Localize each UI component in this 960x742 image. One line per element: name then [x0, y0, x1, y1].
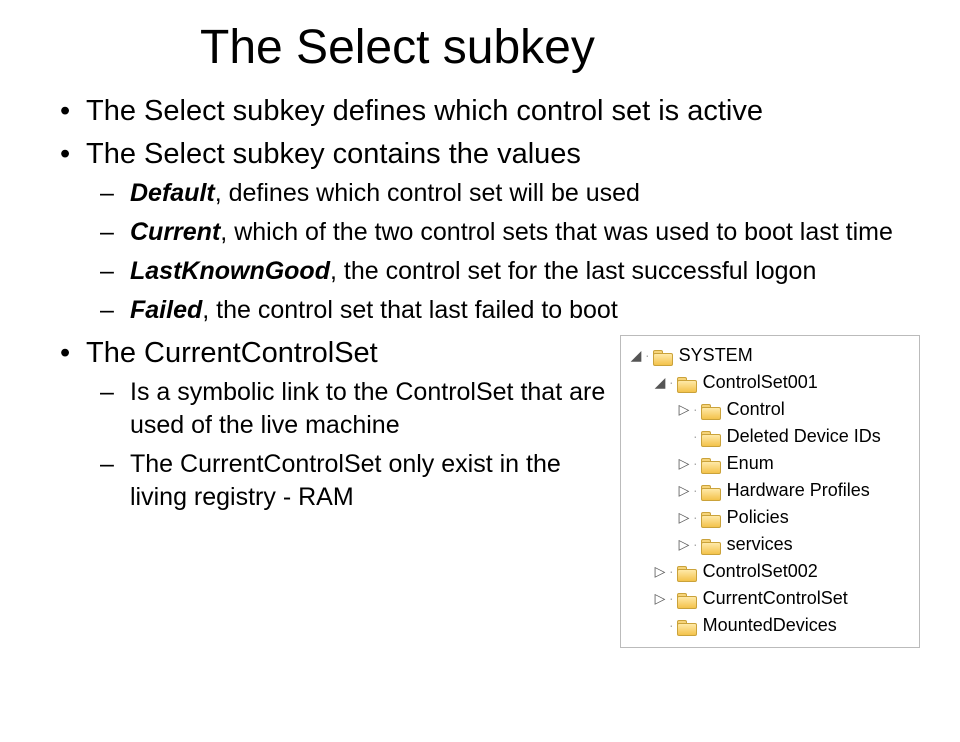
- subitem-lastknowngood: LastKnownGood, the control set for the l…: [86, 255, 920, 288]
- triangle-right-icon[interactable]: ▷: [677, 399, 691, 420]
- bullet-2: The Select subkey contains the values De…: [60, 136, 920, 327]
- folder-icon: [701, 402, 721, 418]
- tree-dots: ·: [669, 561, 675, 582]
- tree-node-control[interactable]: ▷ · Control: [625, 396, 911, 423]
- triangle-right-icon[interactable]: ▷: [653, 561, 667, 582]
- tree-dots: ·: [693, 399, 699, 420]
- tree-label: services: [727, 531, 793, 558]
- tree-label: ControlSet002: [703, 558, 818, 585]
- tree-dots: ·: [669, 615, 675, 636]
- tree-label: Control: [727, 396, 785, 423]
- bullet-3-sublist: Is a symbolic link to the ControlSet tha…: [86, 376, 610, 514]
- bullet-3: The CurrentControlSet Is a symbolic link…: [60, 335, 610, 514]
- term-current: Current: [130, 218, 220, 246]
- triangle-right-icon[interactable]: ▷: [677, 507, 691, 528]
- tree-label: SYSTEM: [679, 342, 753, 369]
- folder-icon: [701, 483, 721, 499]
- rest-current: , which of the two control sets that was…: [220, 218, 893, 246]
- folder-icon: [677, 564, 697, 580]
- triangle-right-icon[interactable]: ▷: [677, 480, 691, 501]
- bullet-list-2: The CurrentControlSet Is a symbolic link…: [60, 335, 610, 514]
- folder-icon: [701, 456, 721, 472]
- tree-label: Deleted Device IDs: [727, 423, 881, 450]
- bullet-3-text: The CurrentControlSet: [86, 337, 378, 369]
- tree-node-hardware-profiles[interactable]: ▷ · Hardware Profiles: [625, 477, 911, 504]
- tree-label: Enum: [727, 450, 774, 477]
- subitem-default: Default, defines which control set will …: [86, 177, 920, 210]
- bullet-1: The Select subkey defines which control …: [60, 93, 920, 130]
- bullet-2-sublist: Default, defines which control set will …: [86, 177, 920, 327]
- registry-tree-panel: ◢ · SYSTEM ◢ · ControlSet001 ▷ ·: [620, 335, 920, 648]
- tree-node-controlset001[interactable]: ◢ · ControlSet001: [625, 369, 911, 396]
- subitem-failed: Failed, the control set that last failed…: [86, 294, 920, 327]
- tree-dots: ·: [669, 588, 675, 609]
- bullet-2-text: The Select subkey contains the values: [86, 138, 581, 170]
- tree-dots: ·: [693, 534, 699, 555]
- tree-node-currentcontrolset[interactable]: ▷ · CurrentControlSet: [625, 585, 911, 612]
- tree-dots: ·: [693, 507, 699, 528]
- folder-icon: [701, 429, 721, 445]
- term-failed: Failed: [130, 296, 202, 324]
- folder-icon: [701, 510, 721, 526]
- bullet-list: The Select subkey defines which control …: [60, 93, 920, 327]
- tree-node-services[interactable]: ▷ · services: [625, 531, 911, 558]
- triangle-right-icon[interactable]: ▷: [677, 453, 691, 474]
- tree-dots: ·: [693, 480, 699, 501]
- tree-label: CurrentControlSet: [703, 585, 848, 612]
- tree-label: Policies: [727, 504, 789, 531]
- triangle-right-icon[interactable]: ▷: [677, 534, 691, 555]
- term-default: Default: [130, 179, 215, 207]
- rest-failed: , the control set that last failed to bo…: [202, 296, 618, 324]
- term-lastknowngood: LastKnownGood: [130, 257, 330, 285]
- triangle-right-icon[interactable]: ▷: [653, 588, 667, 609]
- folder-icon: [677, 591, 697, 607]
- tree-label: ControlSet001: [703, 369, 818, 396]
- rest-default: , defines which control set will be used: [215, 179, 640, 207]
- tree-dots: ·: [645, 345, 651, 366]
- folder-icon: [701, 537, 721, 553]
- tree-node-mounteddevices[interactable]: · MountedDevices: [625, 612, 911, 639]
- triangle-down-icon[interactable]: ◢: [629, 345, 643, 366]
- tree-dots: ·: [693, 426, 699, 447]
- tree-dots: ·: [693, 453, 699, 474]
- tree-node-system[interactable]: ◢ · SYSTEM: [625, 342, 911, 369]
- tree-node-enum[interactable]: ▷ · Enum: [625, 450, 911, 477]
- rest-lastknowngood: , the control set for the last successfu…: [330, 257, 816, 285]
- triangle-down-icon[interactable]: ◢: [653, 372, 667, 393]
- subitem-ram: The CurrentControlSet only exist in the …: [86, 448, 610, 514]
- subitem-symlink: Is a symbolic link to the ControlSet tha…: [86, 376, 610, 442]
- tree-node-controlset002[interactable]: ▷ · ControlSet002: [625, 558, 911, 585]
- tree-label: MountedDevices: [703, 612, 837, 639]
- tree-node-policies[interactable]: ▷ · Policies: [625, 504, 911, 531]
- folder-icon: [653, 348, 673, 364]
- subitem-current: Current, which of the two control sets t…: [86, 216, 920, 249]
- folder-icon: [677, 375, 697, 391]
- slide-title: The Select subkey: [200, 20, 920, 75]
- tree-label: Hardware Profiles: [727, 477, 870, 504]
- folder-icon: [677, 618, 697, 634]
- tree-node-deleted-device-ids[interactable]: · Deleted Device IDs: [625, 423, 911, 450]
- tree-dots: ·: [669, 372, 675, 393]
